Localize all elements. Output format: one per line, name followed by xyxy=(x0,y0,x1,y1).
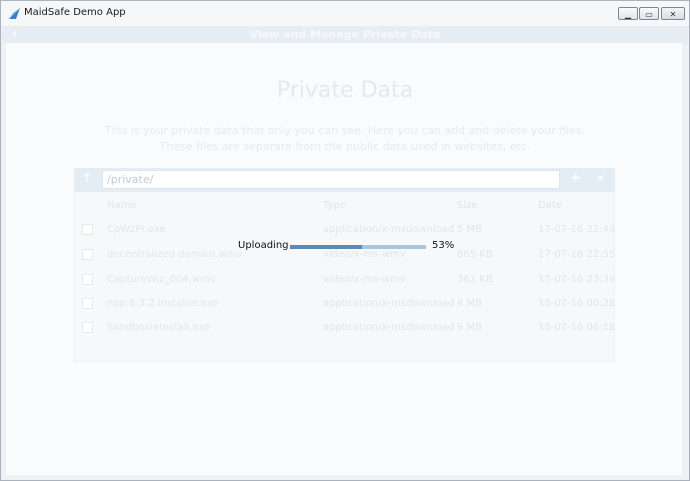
upload-progress-bar xyxy=(290,245,426,249)
file-name: CaptureWiz_004.wmv xyxy=(107,274,216,285)
row-checkbox[interactable] xyxy=(82,274,93,285)
upload-percent: 53% xyxy=(432,240,455,251)
row-checkbox[interactable] xyxy=(82,249,93,260)
window-title: MaidSafe Demo App xyxy=(24,7,126,18)
page-title: Private Data xyxy=(276,78,414,103)
file-name: SandboxieInstall.exe xyxy=(107,322,211,333)
file-date: 17-07-16 23:39 xyxy=(538,274,616,285)
file-type: video/x-ms-wmv xyxy=(323,249,406,260)
app-header-bar: ‹ View and Manage Private Data xyxy=(2,26,688,44)
file-date: 18-07-16 00:28 xyxy=(538,298,616,309)
up-arrow-icon[interactable]: ↑ xyxy=(82,171,92,185)
page-description-line1: This is your private data that only you … xyxy=(104,124,586,137)
file-date: 18-07-16 06:18 xyxy=(538,322,616,333)
title-bar[interactable]: MaidSafe Demo App ▁ ▭ ✕ xyxy=(1,1,689,27)
file-size: 5 MB xyxy=(457,224,483,235)
file-type: application/x-msdownload xyxy=(323,322,455,333)
page-description-line2: These files are separate from the public… xyxy=(159,140,531,153)
upload-progress-fill xyxy=(290,245,363,249)
column-header-type[interactable]: Type xyxy=(323,200,346,211)
file-size: 865 KB xyxy=(457,249,493,260)
minimize-icon: ▁ xyxy=(624,10,632,19)
upload-status-label: Uploading xyxy=(238,240,289,251)
file-type: application/x-msdownload xyxy=(323,224,455,235)
minimize-button[interactable]: ▁ xyxy=(618,7,638,20)
delete-icon[interactable]: ✕ xyxy=(596,172,605,185)
file-name: decentralized domain.wmv xyxy=(107,249,243,260)
path-bar: ↑ /private/ + ✕ xyxy=(74,168,615,192)
row-checkbox[interactable] xyxy=(82,224,93,235)
file-type: video/x-ms-wmv xyxy=(323,274,406,285)
column-header-name[interactable]: Name xyxy=(107,200,137,211)
column-header-date[interactable]: Date xyxy=(538,200,562,211)
file-name: CpWzPr.exe xyxy=(107,224,166,235)
file-size: 4 MB xyxy=(457,298,483,309)
app-logo-icon xyxy=(9,8,20,19)
file-size: 9 MB xyxy=(457,322,483,333)
path-field[interactable]: /private/ xyxy=(102,170,560,189)
row-checkbox[interactable] xyxy=(82,322,93,333)
close-icon: ✕ xyxy=(669,10,677,19)
column-header-size[interactable]: Size xyxy=(457,200,478,211)
close-button[interactable]: ✕ xyxy=(661,7,685,20)
file-date: 17-07-16 22:55 xyxy=(538,249,616,260)
file-date: 17-07-16 22:49 xyxy=(538,224,616,235)
maximize-icon: ▭ xyxy=(645,10,653,19)
add-file-icon[interactable]: + xyxy=(570,170,582,186)
maximize-button[interactable]: ▭ xyxy=(639,7,659,20)
file-size: 362 KB xyxy=(457,274,493,285)
app-header-title: View and Manage Private Data xyxy=(249,28,441,41)
row-checkbox[interactable] xyxy=(82,298,93,309)
file-type: application/x-msdownload xyxy=(323,298,455,309)
file-name: npp.6.3.2.Installer.exe xyxy=(107,298,219,309)
